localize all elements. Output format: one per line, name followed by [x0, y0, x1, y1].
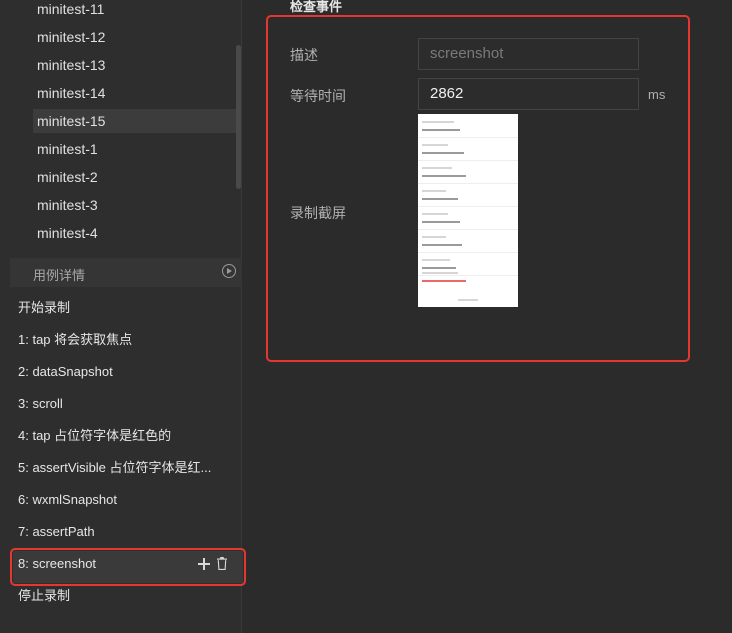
thumbnail-separator [418, 160, 518, 161]
inspector-title: 检查事件 [290, 0, 343, 14]
step-item[interactable]: 6: wxmlSnapshot [18, 489, 240, 511]
case-item[interactable]: minitest-11 [33, 0, 238, 21]
thumbnail-separator [418, 252, 518, 253]
wait-time-label: 等待时间 [290, 88, 346, 104]
case-list-scrollbar[interactable] [236, 45, 241, 189]
thumbnail-line [422, 167, 452, 169]
case-item[interactable]: minitest-2 [33, 165, 238, 189]
play-icon[interactable] [222, 264, 236, 278]
wait-time-input[interactable]: 2862 [418, 78, 639, 110]
thumbnail-line [422, 259, 450, 261]
thumbnail-line [422, 175, 466, 177]
description-label: 描述 [290, 47, 318, 63]
thumbnail-line [422, 272, 458, 274]
step-item[interactable]: 1: tap 将会获取焦点 [18, 329, 240, 351]
screenshot-thumbnail[interactable] [418, 114, 518, 307]
step-item[interactable]: 3: scroll [18, 393, 240, 415]
thumbnail-separator [418, 137, 518, 138]
thumbnail-line [422, 213, 448, 215]
step-item[interactable]: 2: dataSnapshot [18, 361, 240, 383]
step-item[interactable]: 7: assertPath [18, 521, 240, 543]
thumbnail-line [422, 129, 460, 131]
thumbnail-line [422, 236, 446, 238]
case-item[interactable]: minitest-14 [33, 81, 238, 105]
case-item[interactable]: minitest-3 [33, 193, 238, 217]
thumbnail-line [458, 299, 478, 301]
start-recording-label: 开始录制 [18, 300, 71, 315]
selected-step-outline [10, 548, 246, 586]
thumbnail-line [422, 221, 460, 223]
wait-time-unit: ms [648, 87, 666, 102]
step-item[interactable]: 5: assertVisible 占位符字体是红... [18, 457, 240, 479]
step-item[interactable]: 4: tap 占位符字体是红色的 [18, 425, 240, 447]
thumbnail-line [422, 267, 456, 269]
screenshot-label: 录制截屏 [290, 205, 346, 221]
case-detail-label: 用例详情 [33, 268, 86, 283]
thumbnail-line [422, 190, 446, 192]
stop-recording-label: 停止录制 [18, 588, 71, 603]
thumbnail-line-red [422, 280, 466, 282]
thumbnail-separator [418, 275, 518, 276]
case-item[interactable]: minitest-1 [33, 137, 238, 161]
case-item[interactable]: minitest-13 [33, 53, 238, 77]
thumbnail-line [422, 121, 454, 123]
thumbnail-line [422, 198, 458, 200]
case-item-selected[interactable]: minitest-15 [33, 109, 238, 133]
thumbnail-separator [418, 229, 518, 230]
left-sidebar: minitest-11 minitest-12 minitest-13 mini… [0, 0, 246, 633]
case-list: minitest-11 minitest-12 minitest-13 mini… [0, 0, 242, 258]
description-input[interactable]: screenshot [418, 38, 639, 70]
thumbnail-separator [418, 183, 518, 184]
case-item[interactable]: minitest-12 [33, 25, 238, 49]
thumbnail-line [422, 144, 448, 146]
thumbnail-line [422, 152, 464, 154]
thumbnail-line [422, 244, 462, 246]
case-item[interactable]: minitest-4 [33, 221, 238, 245]
case-detail-header[interactable]: 用例详情 [10, 258, 242, 287]
thumbnail-separator [418, 206, 518, 207]
